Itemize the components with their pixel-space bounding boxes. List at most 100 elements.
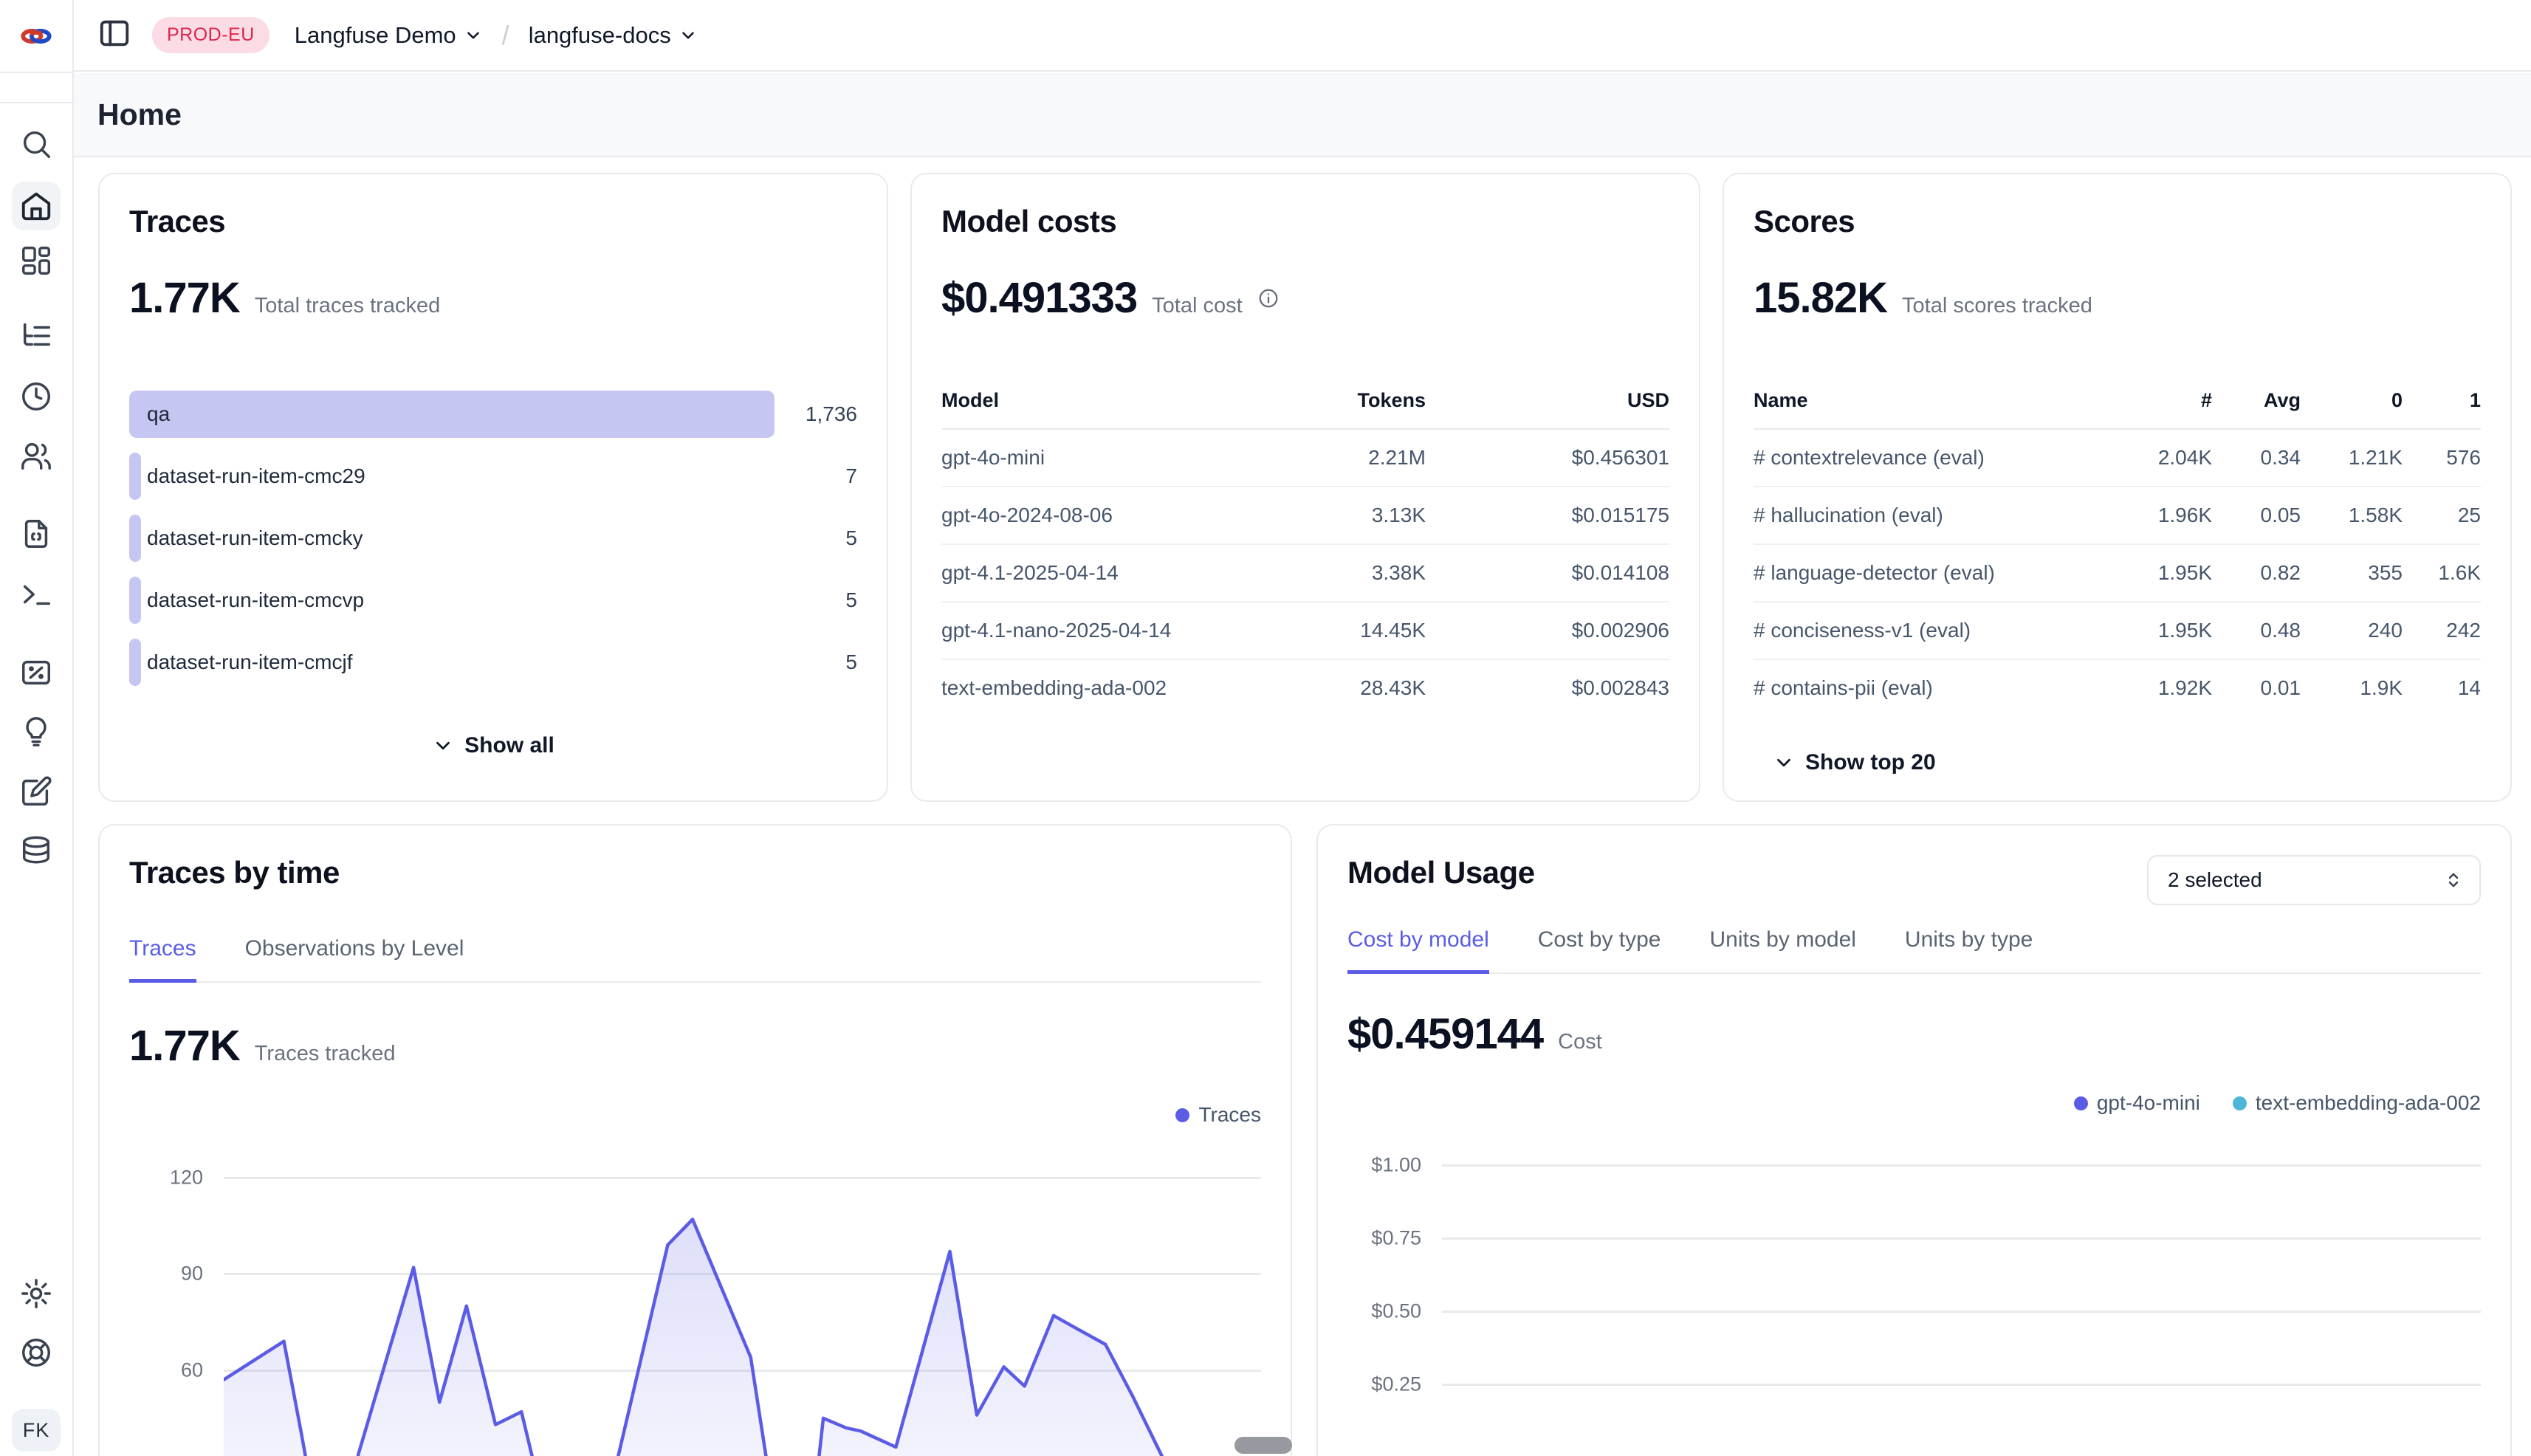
table-row[interactable]: gpt-4o-mini 2.21M $0.456301 xyxy=(941,430,1669,487)
trace-list-item[interactable]: dataset-run-item-cmcjf 5 xyxy=(129,639,857,686)
show-top-20-button[interactable]: Show top 20 xyxy=(1773,750,2481,775)
score-one: 242 xyxy=(2403,619,2481,642)
trace-count: 1,736 xyxy=(806,402,857,426)
table-row[interactable]: # contains-pii (eval) 1.92K 0.01 1.9K 14 xyxy=(1754,660,2481,716)
support-lifebuoy-icon[interactable] xyxy=(19,1336,53,1370)
score-one: 25 xyxy=(2403,504,2481,527)
traces-card: Traces 1.77K Total traces tracked qa 1,7… xyxy=(98,173,888,802)
score-zero: 355 xyxy=(2301,561,2403,585)
settings-gear-icon[interactable] xyxy=(19,1277,53,1311)
score-count: 1.96K xyxy=(2109,504,2212,527)
suggestions-lightbulb-icon[interactable] xyxy=(19,715,53,749)
show-all-label: Show all xyxy=(464,733,554,758)
score-avg: 0.01 xyxy=(2212,676,2301,700)
legend-label: gpt-4o-mini xyxy=(2097,1091,2200,1115)
traces-tracked-label: Traces tracked xyxy=(255,1042,396,1066)
show-all-button[interactable]: Show all xyxy=(129,733,857,758)
table-row[interactable]: gpt-4o-2024-08-06 3.13K $0.015175 xyxy=(941,487,1669,545)
score-one: 576 xyxy=(2403,446,2481,470)
sidebar-toggle-icon[interactable] xyxy=(97,16,131,54)
score-avg: 0.05 xyxy=(2212,504,2301,527)
y-axis-tick: 60 xyxy=(129,1359,203,1381)
model-usd: $0.002906 xyxy=(1426,619,1669,642)
trace-name: dataset-run-item-cmcjf xyxy=(147,650,353,674)
model-usage-title: Model Usage xyxy=(1347,855,1535,890)
model-usd: $0.002843 xyxy=(1426,676,1669,700)
table-row[interactable]: text-embedding-ada-002 28.43K $0.002843 xyxy=(941,660,1669,716)
col-name: Name xyxy=(1754,389,2109,412)
trace-list-item[interactable]: qa 1,736 xyxy=(129,391,857,438)
top-bar: PROD-EU Langfuse Demo / langfuse-docs xyxy=(74,0,2531,72)
sessions-clock-icon[interactable] xyxy=(19,380,53,413)
score-avg: 0.48 xyxy=(2212,619,2301,642)
table-row[interactable]: # contextrelevance (eval) 2.04K 0.34 1.2… xyxy=(1754,430,2481,487)
traces-by-time-title: Traces by time xyxy=(129,855,1261,890)
table-row[interactable]: # language-detector (eval) 1.95K 0.82 35… xyxy=(1754,545,2481,602)
score-name: # contains-pii (eval) xyxy=(1754,676,2109,700)
tab-cost-by-type[interactable]: Cost by type xyxy=(1538,927,1661,974)
show-top-20-label: Show top 20 xyxy=(1805,750,1936,775)
usage-cost-label: Cost xyxy=(1558,1030,1602,1054)
model-tokens: 28.43K xyxy=(1249,676,1426,700)
table-row[interactable]: gpt-4.1-2025-04-14 3.38K $0.014108 xyxy=(941,545,1669,602)
table-row[interactable]: # conciseness-v1 (eval) 1.95K 0.48 240 2… xyxy=(1754,602,2481,660)
y-axis-tick: $1.00 xyxy=(1347,1154,1421,1177)
trace-bar xyxy=(129,391,775,438)
user-avatar[interactable]: FK xyxy=(12,1409,61,1452)
trace-bar xyxy=(129,515,141,562)
score-count: 1.95K xyxy=(2109,561,2212,585)
tracing-icon[interactable] xyxy=(19,319,53,353)
project-switcher[interactable]: langfuse-docs xyxy=(529,22,698,49)
legend-item-text-embedding-ada-002[interactable]: text-embedding-ada-002 xyxy=(2233,1091,2481,1115)
col-avg: Avg xyxy=(2212,389,2301,412)
search-icon[interactable] xyxy=(19,127,53,161)
traces-bar-list: qa 1,736 dataset-run-item-cmc29 7 datase… xyxy=(129,391,857,686)
dashboards-icon[interactable] xyxy=(19,244,53,278)
organization-switcher[interactable]: Langfuse Demo xyxy=(295,22,483,49)
col-usd: USD xyxy=(1426,389,1669,412)
legend-item-traces[interactable]: Traces xyxy=(1175,1103,1261,1127)
info-icon[interactable] xyxy=(1257,287,1280,309)
evaluation-icon[interactable] xyxy=(19,656,53,690)
table-row[interactable]: gpt-4.1-nano-2025-04-14 14.45K $0.002906 xyxy=(941,602,1669,660)
annotation-pen-icon[interactable] xyxy=(19,775,53,808)
model-usage-chart[interactable]: $1.00$0.75$0.50$0.25 xyxy=(1347,1134,2481,1428)
trace-name: dataset-run-item-cmc29 xyxy=(147,464,365,488)
tab-units-by-type[interactable]: Units by type xyxy=(1905,927,2033,974)
legend-item-gpt-4o-mini[interactable]: gpt-4o-mini xyxy=(2074,1091,2200,1115)
tab-traces[interactable]: Traces xyxy=(129,936,196,983)
datasets-database-icon[interactable] xyxy=(19,834,53,868)
gridline xyxy=(1442,1311,2481,1313)
traces-total: 1.77K xyxy=(129,273,240,323)
col-count: # xyxy=(2109,389,2212,412)
horizontal-scrollbar-thumb[interactable] xyxy=(1234,1437,1292,1454)
chevron-down-icon xyxy=(1773,752,1795,774)
usage-cost-value: $0.459144 xyxy=(1347,1009,1543,1059)
traces-area-chart[interactable]: 120906030 xyxy=(129,1144,1261,1456)
tab-units-by-model[interactable]: Units by model xyxy=(1710,927,1856,974)
tab-observations-by-level[interactable]: Observations by Level xyxy=(245,936,464,983)
score-avg: 0.34 xyxy=(2212,446,2301,470)
scores-table: Name # Avg 0 1 # contextrelevance (eval)… xyxy=(1754,389,2481,716)
col-model: Model xyxy=(941,389,1249,412)
table-row[interactable]: # hallucination (eval) 1.96K 0.05 1.58K … xyxy=(1754,487,2481,545)
sidebar-item-home[interactable] xyxy=(12,182,61,230)
model-usd: $0.015175 xyxy=(1426,504,1669,527)
trace-list-item[interactable]: dataset-run-item-cmc29 7 xyxy=(129,453,857,500)
playground-terminal-icon[interactable] xyxy=(19,577,53,611)
langfuse-logo-icon[interactable] xyxy=(19,19,53,47)
environment-badge[interactable]: PROD-EU xyxy=(152,17,269,53)
model-tokens: 3.38K xyxy=(1249,561,1426,585)
trace-list-item[interactable]: dataset-run-item-cmcvp 5 xyxy=(129,577,857,624)
organization-name: Langfuse Demo xyxy=(295,22,456,49)
tab-cost-by-model[interactable]: Cost by model xyxy=(1347,927,1489,974)
sidebar-divider xyxy=(0,72,72,73)
scores-card: Scores 15.82K Total scores tracked Name … xyxy=(1723,173,2512,802)
users-icon[interactable] xyxy=(19,439,53,473)
model-select-dropdown[interactable]: 2 selected xyxy=(2147,855,2481,905)
model-usage-card: Model Usage 2 selected Cost by model Cos… xyxy=(1316,824,2512,1456)
trace-list-item[interactable]: dataset-run-item-cmcky 5 xyxy=(129,515,857,562)
chevron-down-icon xyxy=(679,26,698,45)
prompts-icon[interactable] xyxy=(19,517,53,551)
trace-bar xyxy=(129,577,141,624)
